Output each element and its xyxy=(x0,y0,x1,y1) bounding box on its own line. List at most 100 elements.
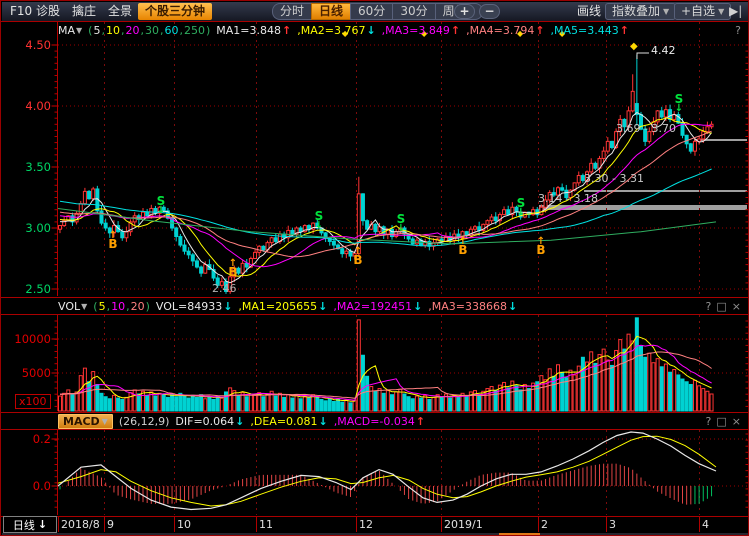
maximize-icon[interactable]: □ xyxy=(716,415,726,428)
indicator-reading: DIF=0.064 ↓ xyxy=(175,415,244,428)
sell-signal-marker: S↓ xyxy=(154,197,168,215)
low-price-label: 2.46 xyxy=(212,282,237,295)
indicator-reading: ,MA3=3.849 ↑ xyxy=(382,24,460,37)
volume-axis-label: 10000 xyxy=(9,332,51,346)
buy-signal-marker: ↑B xyxy=(226,259,240,277)
month-tick xyxy=(538,517,539,532)
help-icon[interactable]: ? xyxy=(706,415,712,428)
close-icon[interactable]: × xyxy=(732,300,741,313)
chevron-down-icon: ▼ xyxy=(718,4,724,19)
indicator-reading: VOL=84933 ↓ xyxy=(156,300,233,313)
macd-indicator-header: MACD▼(26,12,9)DIF=0.064 ↓,DEA=0.081 ↓,MA… xyxy=(58,413,425,429)
down-arrow-icon: ↓ xyxy=(38,518,47,531)
month-tick xyxy=(606,517,607,532)
time-axis-label: 3 xyxy=(609,518,616,531)
index-overlay-dropdown[interactable]: 指数叠加▼ xyxy=(605,3,676,20)
indicator-reading: ,MA4=3.794 ↑ xyxy=(466,24,544,37)
help-icon[interactable]: ? xyxy=(706,300,712,313)
indicator-params: (5,10,20,30,60,250) xyxy=(88,24,210,37)
time-axis-label: 2018/8 xyxy=(61,518,100,531)
indicator-reading: ,MA2=192451 ↓ xyxy=(333,300,422,313)
indicator-reading: ,MA3=338668 ↓ xyxy=(428,300,517,313)
chevron-down-icon: ▼ xyxy=(76,26,82,35)
stock-3min-button[interactable]: 个股三分钟 xyxy=(138,3,212,20)
month-tick xyxy=(174,517,175,532)
month-tick xyxy=(58,517,59,532)
price-axis-label: 4.50 xyxy=(9,38,51,52)
month-tick xyxy=(256,517,257,532)
month-tick xyxy=(356,517,357,532)
indicator-params: (5,10,20) xyxy=(93,300,150,313)
period-日线[interactable]: 日线 xyxy=(311,3,350,20)
period-60分[interactable]: 60分 xyxy=(350,3,392,20)
help-icon[interactable]: ? xyxy=(735,24,741,37)
period-mode-label: 日线 xyxy=(13,517,35,533)
macd-dropdown[interactable]: MACD▼ xyxy=(58,414,113,429)
price-zone-label: 3.14 - 3.18 xyxy=(538,192,598,205)
price-axis-label: 4.00 xyxy=(9,99,51,113)
high-price-label: 4.42 xyxy=(651,44,676,57)
period-分时[interactable]: 分时 xyxy=(272,3,311,20)
vol-dropdown[interactable]: VOL▼ xyxy=(58,300,87,313)
sell-signal-marker: S↓ xyxy=(514,199,528,217)
vol-indicator-header: VOL▼ (5,10,20) VOL=84933 ↓ ,MA1=205655 ↓ ,MA… xyxy=(58,298,517,314)
chart-canvas[interactable]: ◆◆◆◆◆ xyxy=(1,1,749,536)
toolbar-item-1[interactable]: F10 xyxy=(10,4,32,19)
price-axis-label: 3.00 xyxy=(9,221,51,235)
time-axis-label: 4 xyxy=(702,518,709,531)
volume-axis-label: 5000 xyxy=(9,366,51,380)
ma-dropdown[interactable]: MA▼ xyxy=(58,24,82,37)
price-axis-label: 3.50 xyxy=(9,160,51,174)
sell-signal-marker: S↓ xyxy=(312,212,326,230)
sell-signal-marker: S↓ xyxy=(394,215,408,233)
maximize-icon[interactable]: □ xyxy=(716,300,726,313)
time-axis-label: 11 xyxy=(259,518,273,531)
time-axis-label: 2 xyxy=(541,518,548,531)
vol-pane-icons: ? □ × xyxy=(706,300,741,313)
indicator-reading: ,MA2=3.767 ↓ xyxy=(297,24,375,37)
volume-unit-label: x100 xyxy=(15,394,51,409)
price-zone-label: 3.69 - 3.70 xyxy=(616,122,676,135)
indicator-reading: ,MA1=205655 ↓ xyxy=(238,300,327,313)
time-axis: 2018/8 9 10 11 12 2019/1 2 3 4 xyxy=(2,517,749,533)
month-tick xyxy=(699,517,700,532)
stock-chart-window: F10 诊股擒庄全景 个股三分钟 分时日线60分30分周线▼ + − 画线 指数叠… xyxy=(0,0,749,536)
month-tick xyxy=(104,517,105,532)
zoom-in-button[interactable]: + xyxy=(454,4,475,19)
buy-signal-marker: ↑B xyxy=(534,237,548,255)
toolbar-item-4[interactable]: 全景 xyxy=(108,4,132,19)
top-toolbar: F10 诊股擒庄全景 个股三分钟 分时日线60分30分周线▼ + − 画线 指数叠… xyxy=(2,2,749,21)
toolbar-item-2[interactable]: 诊股 xyxy=(36,4,60,19)
buy-signal-marker: ↑B xyxy=(106,231,120,249)
close-icon[interactable]: × xyxy=(732,415,741,428)
period-30分[interactable]: 30分 xyxy=(392,3,434,20)
index-overlay-label: 指数叠加 xyxy=(612,4,660,19)
chevron-down-icon: ▼ xyxy=(81,302,87,311)
svg-text:◆: ◆ xyxy=(630,41,638,52)
add-watchlist-label: +自选 xyxy=(681,4,715,19)
draw-line-button[interactable]: 画线 xyxy=(577,4,601,19)
buy-signal-marker: ↑B xyxy=(351,247,365,265)
skip-forward-icon[interactable]: ▶| xyxy=(729,4,742,19)
chevron-down-icon: ▼ xyxy=(663,4,669,19)
period-selector: 分时日线60分30分周线▼ xyxy=(272,3,483,20)
ma-indicator-header: MA▼ (5,10,20,30,60,250) MA1=3.848 ↑ ,MA2=3.… xyxy=(58,22,629,38)
buy-signal-marker: ↑B xyxy=(456,237,470,255)
macd-axis-label: 0.0 xyxy=(9,479,51,493)
indicator-reading: ,MACD=-0.034 ↑ xyxy=(334,415,425,428)
period-mode-box[interactable]: 日线 ↓ xyxy=(3,516,57,533)
time-axis-label: 10 xyxy=(177,518,191,531)
zoom-out-button[interactable]: − xyxy=(479,4,500,19)
time-axis-label: 2019/1 xyxy=(444,518,483,531)
time-axis-label: 9 xyxy=(107,518,114,531)
macd-axis-label: 0.2 xyxy=(9,432,51,446)
indicator-reading: ,MA5=3.443 ↑ xyxy=(551,24,629,37)
add-watchlist-dropdown[interactable]: +自选▼ xyxy=(674,3,731,20)
indicator-reading: ,DEA=0.081 ↓ xyxy=(250,415,327,428)
main-pane-icons: ? xyxy=(735,24,741,37)
month-tick xyxy=(441,517,442,532)
toolbar-item-3[interactable]: 擒庄 xyxy=(72,4,96,19)
time-axis-label: 12 xyxy=(359,518,373,531)
indicator-reading: MA1=3.848 ↑ xyxy=(216,24,291,37)
macd-pane-icons: ? □ × xyxy=(706,415,741,428)
